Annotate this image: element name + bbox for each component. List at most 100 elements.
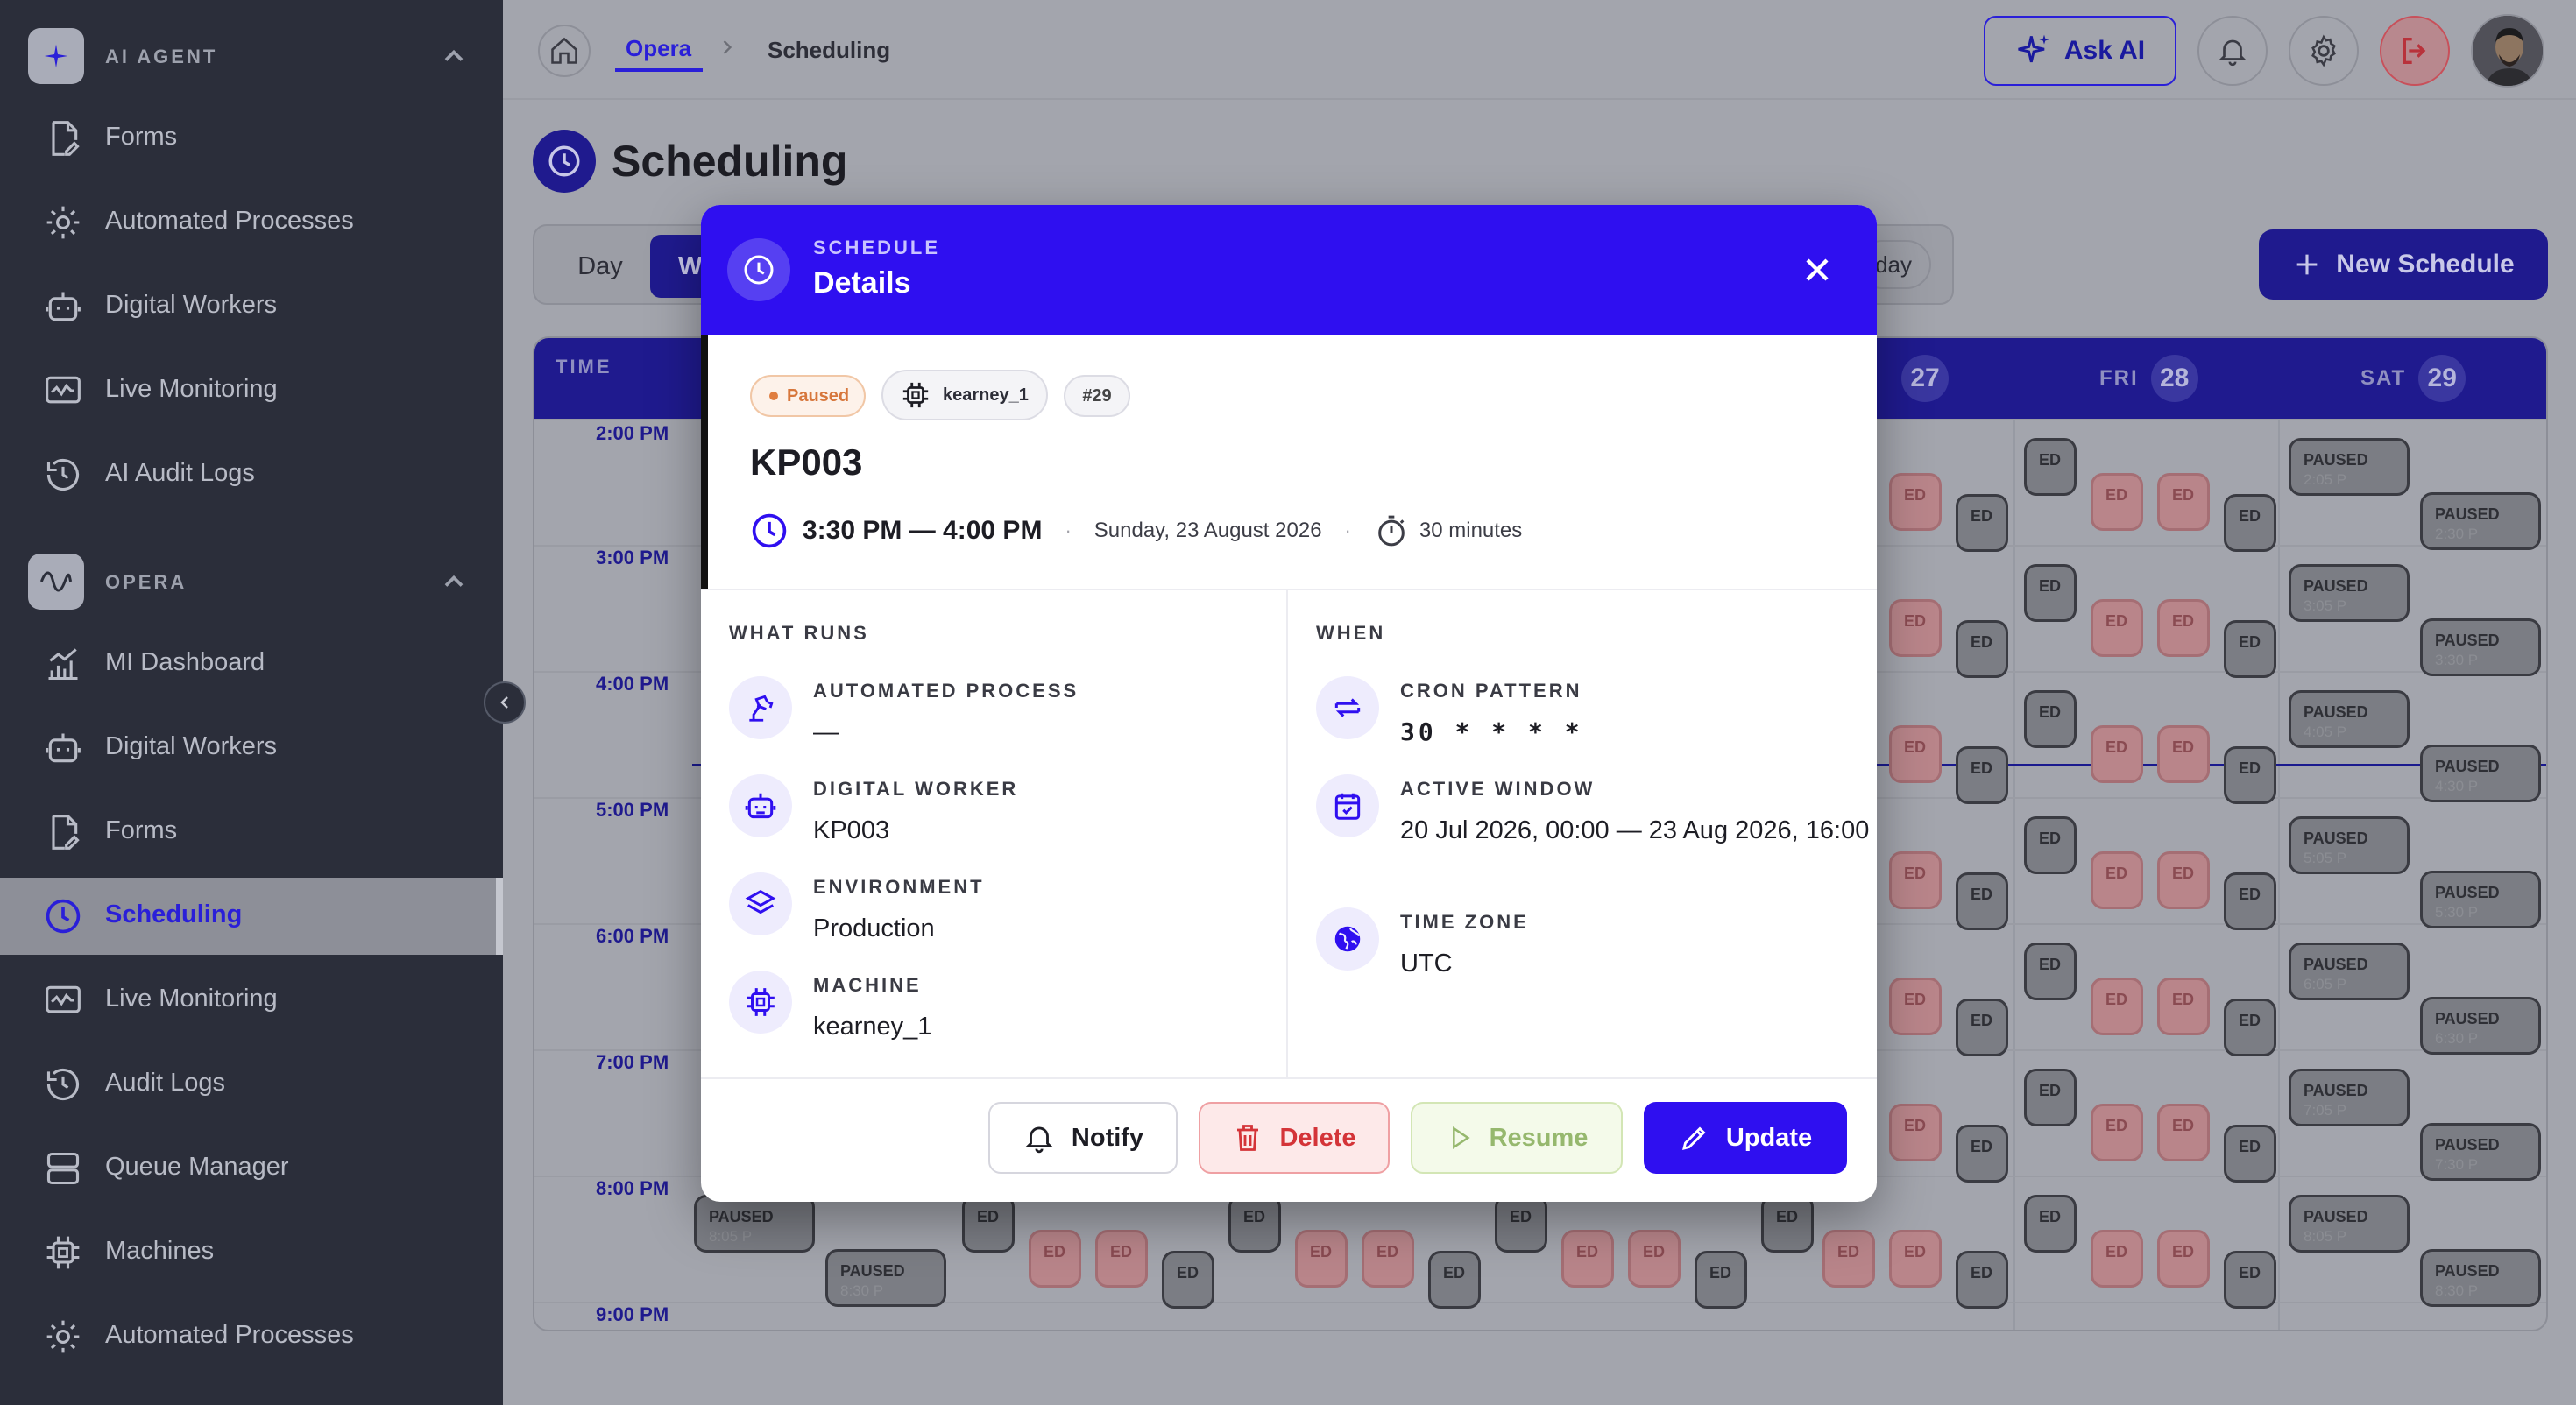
schedule-chip[interactable]: ED (1428, 1251, 1481, 1309)
resume-button[interactable]: Resume (1411, 1102, 1623, 1174)
schedule-chip[interactable]: ED (1889, 473, 1942, 531)
schedule-chip[interactable]: ED (2157, 473, 2210, 531)
schedule-chip[interactable]: ED (1889, 599, 1942, 657)
schedule-chip[interactable]: ED (1029, 1230, 1081, 1288)
schedule-chip[interactable]: ED (2091, 1104, 2143, 1161)
logout-button[interactable] (2380, 16, 2450, 86)
schedule-chip[interactable]: ED (1889, 978, 1942, 1035)
sidebar-item-digital-workers[interactable]: Digital Workers (0, 268, 503, 345)
sidebar-item-live-monitoring-opera[interactable]: Live Monitoring (0, 962, 503, 1039)
schedule-chip[interactable]: PAUSED 8:30 P (2420, 1249, 2541, 1307)
schedule-chip[interactable]: ED (2091, 978, 2143, 1035)
schedule-chip[interactable]: ED (2224, 999, 2276, 1056)
notify-button[interactable]: Notify (988, 1102, 1178, 1174)
schedule-chip[interactable]: ED (1495, 1195, 1547, 1253)
schedule-chip[interactable]: ED (2091, 851, 2143, 909)
schedule-chip[interactable]: ED (1228, 1195, 1281, 1253)
schedule-chip[interactable]: ED (1889, 851, 1942, 909)
schedule-chip[interactable]: ED (2224, 494, 2276, 552)
schedule-chip[interactable]: PAUSED 2:05 P (2289, 438, 2410, 496)
home-button[interactable] (538, 25, 591, 77)
schedule-chip[interactable]: ED (2024, 816, 2077, 874)
chevron-up-icon[interactable] (438, 566, 470, 597)
schedule-chip[interactable]: ED (2157, 1230, 2210, 1288)
schedule-chip[interactable]: ED (2157, 978, 2210, 1035)
schedule-chip[interactable]: ED (2024, 1069, 2077, 1126)
schedule-chip[interactable]: ED (1162, 1251, 1214, 1309)
schedule-chip[interactable]: ED (1889, 1104, 1942, 1161)
schedule-chip[interactable]: ED (2157, 851, 2210, 909)
sidebar-item-forms[interactable]: Forms (0, 100, 503, 177)
sidebar-item-automated-processes-opera[interactable]: Automated Processes (0, 1298, 503, 1375)
close-icon[interactable] (1798, 251, 1836, 289)
schedule-chip[interactable]: PAUSED 6:30 P (2420, 997, 2541, 1055)
schedule-chip[interactable]: ED (1628, 1230, 1681, 1288)
schedule-chip[interactable]: PAUSED 4:30 P (2420, 745, 2541, 802)
schedule-chip[interactable]: ED (2224, 1125, 2276, 1183)
schedule-chip[interactable]: PAUSED 5:05 P (2289, 816, 2410, 874)
day-header-sat[interactable]: SAT 29 (2360, 354, 2466, 403)
day-header-fri[interactable]: FRI 28 (2099, 354, 2198, 403)
schedule-chip[interactable]: ED (2024, 438, 2077, 496)
schedule-chip[interactable]: PAUSED 8:05 P (2289, 1195, 2410, 1253)
schedule-chip[interactable]: PAUSED 2:30 P (2420, 492, 2541, 550)
schedule-chip[interactable]: ED (2224, 620, 2276, 678)
schedule-chip[interactable]: ED (1889, 1230, 1942, 1288)
schedule-chip[interactable]: ED (2224, 1251, 2276, 1309)
sidebar-item-queue-manager[interactable]: Queue Manager (0, 1130, 503, 1207)
schedule-chip[interactable]: ED (1956, 746, 2008, 804)
schedule-chip[interactable]: PAUSED 6:05 P (2289, 943, 2410, 1000)
schedule-chip[interactable]: ED (2224, 872, 2276, 930)
user-avatar[interactable] (2471, 14, 2544, 88)
sidebar-item-scheduling[interactable]: Scheduling (0, 878, 503, 955)
sidebar-section-ai-agent[interactable]: AI AGENT (0, 28, 503, 98)
schedule-chip[interactable]: ED (2024, 564, 2077, 622)
schedule-chip[interactable]: ED (1822, 1230, 1875, 1288)
sidebar-item-automated-processes[interactable]: Automated Processes (0, 184, 503, 261)
chevron-up-icon[interactable] (438, 40, 470, 72)
schedule-chip[interactable]: ED (2024, 1195, 2077, 1253)
schedule-chip[interactable]: ED (1095, 1230, 1148, 1288)
schedule-chip[interactable]: ED (1956, 872, 2008, 930)
schedule-chip[interactable]: PAUSED 7:30 P (2420, 1123, 2541, 1181)
schedule-chip[interactable]: PAUSED 3:30 P (2420, 618, 2541, 676)
sidebar-section-opera[interactable]: OPERA (0, 554, 503, 624)
schedule-chip[interactable]: ED (962, 1195, 1015, 1253)
tab-day[interactable]: Day (552, 235, 648, 298)
notifications-button[interactable] (2197, 16, 2268, 86)
delete-button[interactable]: Delete (1199, 1102, 1390, 1174)
schedule-chip[interactable]: PAUSED 8:05 P (694, 1195, 815, 1253)
sidebar-item-mi-dashboard[interactable]: MI Dashboard (0, 625, 503, 702)
schedule-chip[interactable]: ED (1761, 1195, 1814, 1253)
breadcrumb-opera[interactable]: Opera (626, 35, 691, 62)
schedule-chip[interactable]: ED (1295, 1230, 1348, 1288)
sidebar-item-audit-logs[interactable]: Audit Logs (0, 1046, 503, 1123)
schedule-chip[interactable]: ED (2157, 599, 2210, 657)
schedule-chip[interactable]: ED (1956, 1251, 2008, 1309)
schedule-chip[interactable]: ED (2157, 725, 2210, 783)
schedule-chip[interactable]: ED (2091, 725, 2143, 783)
schedule-chip[interactable]: ED (2024, 943, 2077, 1000)
schedule-chip[interactable]: ED (2091, 599, 2143, 657)
ask-ai-button[interactable]: Ask AI (1984, 16, 2176, 86)
schedule-chip[interactable]: ED (2024, 690, 2077, 748)
sidebar-item-forms-opera[interactable]: Forms (0, 794, 503, 871)
schedule-chip[interactable]: ED (1561, 1230, 1614, 1288)
day-header-thu[interactable]: 27 (1901, 354, 1949, 403)
schedule-chip[interactable]: PAUSED 7:05 P (2289, 1069, 2410, 1126)
settings-button[interactable] (2289, 16, 2359, 86)
schedule-chip[interactable]: PAUSED 8:30 P (825, 1249, 946, 1307)
schedule-chip[interactable]: PAUSED 4:05 P (2289, 690, 2410, 748)
schedule-chip[interactable]: ED (1956, 999, 2008, 1056)
sidebar-item-machines[interactable]: Machines (0, 1214, 503, 1291)
sidebar-collapse-button[interactable] (484, 681, 526, 724)
sidebar-item-digital-workers-opera[interactable]: Digital Workers (0, 710, 503, 787)
update-button[interactable]: Update (1644, 1102, 1847, 1174)
schedule-chip[interactable]: ED (1889, 725, 1942, 783)
schedule-chip[interactable]: PAUSED 3:05 P (2289, 564, 2410, 622)
schedule-chip[interactable]: ED (1956, 620, 2008, 678)
schedule-chip[interactable]: ED (1956, 494, 2008, 552)
sidebar-item-live-monitoring[interactable]: Live Monitoring (0, 352, 503, 429)
new-schedule-button[interactable]: New Schedule (2259, 229, 2548, 300)
sidebar-item-ai-audit-logs[interactable]: AI Audit Logs (0, 436, 503, 513)
